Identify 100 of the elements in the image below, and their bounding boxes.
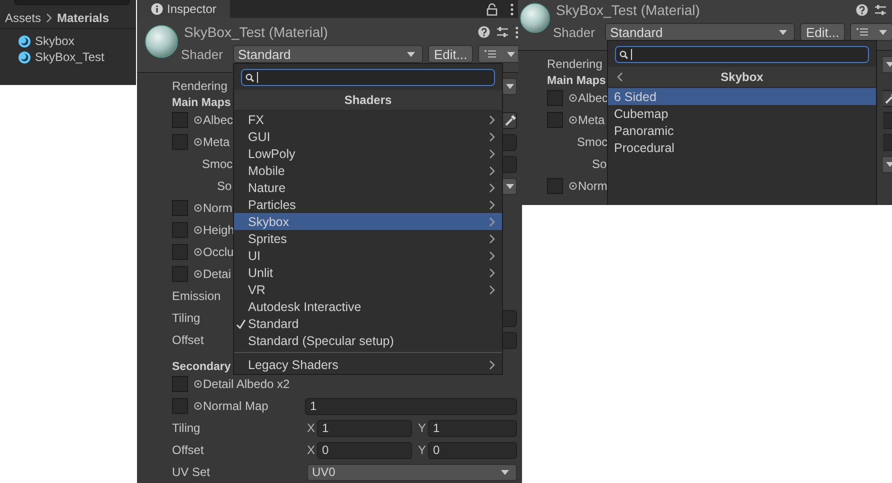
axis-label: Y [418, 443, 428, 457]
menu-item[interactable]: Particles [234, 196, 502, 213]
menu-item[interactable]: 6 Sided [608, 88, 876, 105]
target-icon[interactable] [194, 270, 202, 278]
dropdown[interactable] [503, 78, 517, 94]
input-field[interactable] [503, 134, 517, 150]
material-title: SkyBox_Test (Material) [183, 24, 329, 40]
menu-title: Shaders [344, 93, 392, 107]
input-field[interactable]: 0 [317, 442, 412, 458]
asset-name[interactable]: SkyBox_Test [35, 50, 104, 64]
menu-item[interactable]: FX [234, 111, 502, 128]
target-icon[interactable] [194, 402, 202, 410]
caret-icon [884, 60, 892, 68]
lock-icon[interactable] [486, 2, 498, 16]
input-field[interactable]: 1 [305, 398, 517, 414]
menu-item[interactable]: Mobile [234, 162, 502, 179]
edit-button[interactable]: Edit... [800, 23, 846, 41]
caret-icon [500, 468, 510, 476]
material-icon [18, 34, 31, 48]
property-label: Norm [578, 179, 608, 193]
caret-icon [406, 50, 416, 58]
input-field[interactable] [503, 156, 517, 172]
shader-label: Shader [181, 46, 224, 62]
sphere-icon [145, 25, 178, 58]
property-label: Meta [203, 135, 230, 149]
menu-item[interactable]: GUI [234, 128, 502, 145]
menu-item[interactable]: LowPoly [234, 145, 502, 162]
shader-dropdown[interactable]: Standard [605, 23, 795, 41]
sliders-icon[interactable] [496, 26, 510, 38]
target-icon[interactable] [194, 380, 202, 388]
material-title: SkyBox_Test (Material) [555, 2, 701, 18]
breadcrumb-item[interactable]: Materials [57, 11, 110, 25]
more-icon[interactable] [510, 2, 514, 16]
input-field[interactable]: 1 [317, 420, 412, 436]
dropdown[interactable] [503, 178, 517, 194]
axis-label: X [307, 421, 316, 435]
target-icon[interactable] [194, 138, 202, 146]
target-icon[interactable] [569, 182, 577, 190]
info-icon [151, 3, 163, 15]
back-icon[interactable] [616, 72, 624, 82]
dropdown[interactable]: UV0 [307, 464, 517, 480]
edit-button[interactable]: Edit... [428, 45, 474, 63]
property-label: Smoc [201, 157, 233, 171]
caret-icon [884, 160, 892, 168]
sliders-icon[interactable] [874, 4, 887, 16]
chevron-right-icon [45, 13, 54, 23]
shader-label: Shader [553, 24, 596, 40]
property-label: So [216, 179, 232, 193]
sphere-icon [520, 3, 550, 33]
eyedropper-icon [504, 114, 516, 126]
caret-icon [504, 82, 514, 90]
menu-item[interactable]: Standard [234, 315, 502, 332]
menu-item[interactable]: Cubemap [608, 105, 876, 122]
section-header: Main Maps [547, 75, 606, 87]
input-field[interactable] [503, 332, 517, 348]
target-icon[interactable] [569, 116, 577, 124]
property-label: UV Set [172, 465, 210, 479]
search-icon [245, 73, 254, 82]
preset-button[interactable] [850, 23, 892, 41]
input-field[interactable]: 1 [428, 420, 517, 436]
property-label: Detai [203, 267, 232, 281]
caret-icon [506, 50, 516, 58]
property-label: Albec [203, 113, 234, 127]
axis-label: Y [418, 421, 428, 435]
inspector-tab[interactable]: Inspector [137, 0, 230, 18]
menu-item[interactable]: Panoramic [608, 122, 876, 139]
property-label: Detail Albedo x2 [203, 377, 290, 391]
target-icon[interactable] [194, 116, 202, 124]
property-label: Albec [578, 91, 608, 105]
target-icon[interactable] [194, 226, 202, 234]
menu-item[interactable]: Standard (Specular setup) [234, 332, 502, 349]
menu-item[interactable]: Skybox [234, 213, 502, 230]
property-label: Norm [203, 201, 232, 215]
help-icon[interactable] [478, 26, 490, 38]
target-icon[interactable] [569, 94, 577, 102]
property-label: Occlu [203, 245, 234, 259]
property-label: Smoc [576, 135, 608, 149]
more-icon[interactable] [515, 26, 520, 38]
menu-item[interactable]: Legacy Shaders [234, 356, 502, 373]
material-icon [18, 50, 31, 64]
caret-icon [504, 182, 514, 190]
menu-item[interactable]: Nature [234, 179, 502, 196]
help-icon[interactable] [856, 4, 868, 16]
menu-item[interactable]: Procedural [608, 139, 876, 156]
color-picker-button[interactable] [503, 112, 517, 128]
axis-label: X [307, 443, 316, 457]
target-icon[interactable] [194, 248, 202, 256]
menu-item[interactable]: Sprites [234, 230, 502, 247]
menu-item[interactable]: Autodesk Interactive [234, 298, 502, 315]
input-field[interactable] [503, 310, 517, 326]
menu-item[interactable]: UI [234, 247, 502, 264]
breadcrumb-item[interactable]: Assets [5, 11, 42, 25]
menu-item[interactable]: VR [234, 281, 502, 298]
property-label: Offset [172, 443, 204, 457]
menu-item[interactable]: Unlit [234, 264, 502, 281]
shader-dropdown[interactable]: Standard [233, 45, 423, 63]
caret-icon [878, 28, 888, 36]
asset-name[interactable]: Skybox [35, 34, 74, 48]
input-field[interactable]: 0 [428, 442, 517, 458]
target-icon[interactable] [194, 204, 202, 212]
